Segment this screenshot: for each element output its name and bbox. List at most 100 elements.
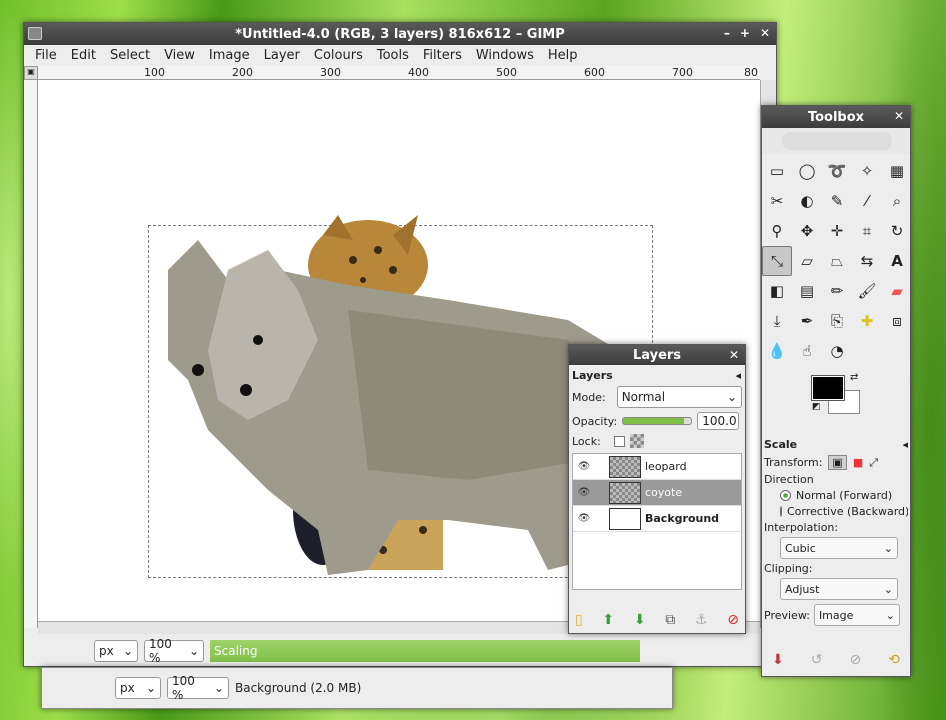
text-icon[interactable]: A — [882, 246, 912, 276]
menu-filters[interactable]: Filters — [416, 48, 469, 63]
foreground-color[interactable] — [811, 375, 845, 401]
clone-icon[interactable]: ⎘ — [822, 306, 852, 336]
perspective-clone-icon[interactable]: ⧈ — [882, 306, 912, 336]
layer-row-leopard[interactable]: 👁 leopard — [573, 454, 741, 480]
menu-edit[interactable]: Edit — [64, 48, 103, 63]
color-select-icon[interactable]: ▦ — [882, 156, 912, 186]
lower-layer-icon[interactable]: ⬇ — [634, 612, 646, 628]
reset-options-icon[interactable]: ⟲ — [888, 652, 900, 668]
vertical-ruler[interactable] — [24, 80, 38, 628]
blur-icon[interactable]: 💧 — [762, 336, 792, 366]
transform-layer-icon[interactable]: ▣ — [828, 455, 847, 470]
transform-path-icon[interactable]: ⤢ — [869, 456, 878, 470]
restore-options-icon[interactable]: ↺ — [811, 652, 823, 668]
wilber-drop-area[interactable] — [762, 128, 910, 154]
interpolation-select[interactable]: Cubic ⌄ — [780, 537, 898, 559]
scale-icon[interactable]: ⤡ — [762, 246, 792, 276]
anchor-layer-icon[interactable]: ⚓ — [695, 612, 708, 628]
default-colors-icon[interactable]: ◩ — [812, 402, 821, 412]
flip-icon[interactable]: ⇆ — [852, 246, 882, 276]
layer-name[interactable]: leopard — [645, 460, 687, 473]
maximize-icon[interactable]: + — [740, 26, 750, 40]
unit-select-2[interactable]: px ⌄ — [115, 677, 161, 699]
layer-row-background[interactable]: 👁 Background — [573, 506, 741, 532]
menu-image[interactable]: Image — [202, 48, 257, 63]
swap-colors-icon[interactable]: ⇄ — [850, 372, 858, 383]
tab-menu-icon[interactable]: ◂ — [735, 369, 741, 382]
horizontal-ruler[interactable]: 100 200 300 400 500 600 700 80 — [38, 66, 760, 80]
rect-select-icon[interactable]: ▭ — [762, 156, 792, 186]
layer-row-coyote[interactable]: 👁 coyote — [573, 480, 741, 506]
layer-name[interactable]: Background — [645, 512, 719, 525]
blend-icon[interactable]: ▤ — [792, 276, 822, 306]
paths-icon[interactable]: ✎ — [822, 186, 852, 216]
smudge-icon[interactable]: ☝ — [792, 336, 822, 366]
color-picker-icon[interactable]: ⁄ — [852, 186, 882, 216]
close-icon[interactable]: ✕ — [760, 26, 770, 40]
lock-checkbox[interactable] — [613, 435, 625, 447]
fuzzy-select-icon[interactable]: ✧ — [852, 156, 882, 186]
clipping-select[interactable]: Adjust ⌄ — [780, 578, 898, 600]
measure-icon[interactable]: ⚲ — [762, 216, 792, 246]
save-options-icon[interactable]: ⬇ — [772, 652, 784, 668]
pencil-icon[interactable]: ✏ — [822, 276, 852, 306]
paintbrush-icon[interactable]: 🖌 — [852, 276, 882, 306]
close-icon[interactable]: ✕ — [894, 109, 904, 123]
close-icon[interactable]: ✕ — [729, 348, 739, 362]
layer-name[interactable]: coyote — [645, 486, 682, 499]
delete-options-icon[interactable]: ⊘ — [850, 652, 862, 668]
menu-windows[interactable]: Windows — [469, 48, 541, 63]
free-select-icon[interactable]: ➰ — [822, 156, 852, 186]
quick-mask-corner[interactable]: ▣ — [24, 66, 38, 80]
image-window-titlebar[interactable]: *Untitled-4.0 (RGB, 3 layers) 816x612 – … — [24, 23, 776, 45]
align-icon[interactable]: ✛ — [822, 216, 852, 246]
zoom-icon[interactable]: ⌕ — [882, 186, 912, 216]
layers-titlebar[interactable]: Layers ✕ — [569, 345, 745, 365]
eye-icon[interactable]: 👁 — [573, 513, 595, 524]
bucket-fill-icon[interactable]: ◧ — [762, 276, 792, 306]
direction-corrective-radio[interactable]: Corrective (Backward) — [780, 505, 908, 518]
lock-alpha-icon[interactable] — [629, 434, 644, 448]
menu-layer[interactable]: Layer — [257, 48, 307, 63]
toolbox-titlebar[interactable]: Toolbox ✕ — [762, 106, 910, 128]
menu-colours[interactable]: Colours — [307, 48, 370, 63]
eye-icon[interactable]: 👁 — [573, 487, 595, 498]
scissors-icon[interactable]: ✂ — [762, 186, 792, 216]
transform-selection-icon[interactable]: ■ — [853, 456, 863, 469]
direction-normal-radio[interactable]: Normal (Forward) — [780, 489, 908, 502]
menu-tools[interactable]: Tools — [370, 48, 416, 63]
crop-icon[interactable]: ⌗ — [852, 216, 882, 246]
move-icon[interactable]: ✥ — [792, 216, 822, 246]
eraser-icon[interactable]: ▰ — [882, 276, 912, 306]
airbrush-icon[interactable]: ⤓ — [762, 306, 792, 336]
delete-layer-icon[interactable]: ⊘ — [727, 612, 739, 628]
ellipse-select-icon[interactable]: ◯ — [792, 156, 822, 186]
dodge-burn-icon[interactable]: ◔ — [822, 336, 852, 366]
tab-menu-icon[interactable]: ◂ — [902, 438, 908, 451]
opacity-input[interactable]: 100.0 — [697, 412, 740, 430]
window-menu-icon[interactable] — [28, 27, 42, 40]
unit-select[interactable]: px ⌄ — [94, 640, 138, 662]
foreground-select-icon[interactable]: ◐ — [792, 186, 822, 216]
mode-select[interactable]: Normal ⌄ — [616, 386, 742, 408]
preview-select[interactable]: Image ⌄ — [813, 604, 900, 626]
zoom-select[interactable]: 100 % ⌄ — [144, 637, 204, 665]
menu-file[interactable]: File — [28, 48, 64, 63]
rotate-icon[interactable]: ↻ — [882, 216, 912, 246]
raise-layer-icon[interactable]: ⬆ — [602, 612, 614, 628]
opacity-slider[interactable] — [622, 417, 693, 425]
perspective-icon[interactable]: ⏢ — [822, 246, 852, 276]
interpolation-label: Interpolation: — [764, 521, 839, 534]
menu-select[interactable]: Select — [103, 48, 157, 63]
heal-icon[interactable]: ✚ — [852, 306, 882, 336]
opacity-value: 100.0 — [702, 414, 737, 428]
minimize-icon[interactable]: – — [724, 26, 730, 40]
ink-icon[interactable]: ✒ — [792, 306, 822, 336]
menu-help[interactable]: Help — [541, 48, 585, 63]
duplicate-layer-icon[interactable]: ⧉ — [665, 612, 675, 628]
menu-view[interactable]: View — [157, 48, 202, 63]
shear-icon[interactable]: ▱ — [792, 246, 822, 276]
eye-icon[interactable]: 👁 — [573, 461, 595, 472]
new-layer-icon[interactable]: ▯ — [575, 612, 583, 628]
zoom-select-2[interactable]: 100 % ⌄ — [167, 674, 229, 702]
